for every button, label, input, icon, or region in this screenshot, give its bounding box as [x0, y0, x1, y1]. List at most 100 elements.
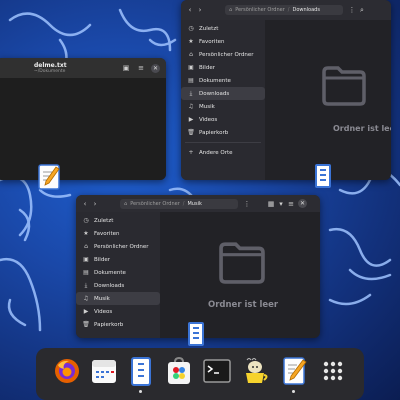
running-indicator [139, 390, 142, 393]
editor-title: delme.txt [34, 62, 67, 69]
sidebar-item-label: Musik [199, 103, 215, 110]
document-icon: ▤ [188, 77, 194, 84]
app-grid-icon [323, 361, 343, 381]
sidebar-item-home[interactable]: ⌂ Persönlicher Ordner [76, 240, 160, 253]
sidebar-item-label: Dokumente [199, 77, 231, 84]
editor-subtitle: ~/Dokumente [34, 69, 66, 74]
text-editor-window[interactable]: delme.txt ~/Dokumente ▣ ≡ ✕ [0, 58, 166, 180]
files-toolbar[interactable]: ‹ › ⌂ Persönlicher Ordner / Musik ⋮ ▦ ▾ … [76, 195, 320, 212]
forward-icon[interactable]: › [195, 6, 205, 14]
files-window-icon [188, 322, 204, 346]
back-icon[interactable]: ‹ [80, 200, 90, 208]
sidebar-item-label: Andere Orte [199, 149, 233, 156]
video-icon: ▶ [188, 116, 194, 123]
forward-icon[interactable]: › [90, 200, 100, 208]
menu-icon[interactable]: ≡ [136, 64, 146, 72]
clock-icon: ◷ [83, 217, 89, 224]
music-icon: ♫ [83, 295, 89, 302]
sidebar-item-trash[interactable]: 🗑 Papierkorb [181, 126, 265, 139]
sidebar-item-clock[interactable]: ◷ Zuletzt [76, 214, 160, 227]
sidebar-item-label: Zuletzt [199, 25, 219, 32]
sidebar-item-image[interactable]: ▣ Bilder [76, 253, 160, 266]
image-icon: ▣ [188, 64, 194, 71]
close-icon[interactable]: ✕ [298, 199, 307, 208]
running-indicator [292, 390, 295, 393]
close-icon[interactable]: ✕ [151, 63, 160, 73]
sidebar-divider [185, 142, 261, 143]
view-grid-icon[interactable]: ▦ [266, 200, 276, 208]
trash-icon: 🗑 [82, 321, 90, 328]
sidebar-item-download[interactable]: ⤓ Downloads [76, 279, 160, 292]
breadcrumb-home[interactable]: Persönlicher Ordner [235, 7, 285, 13]
back-icon[interactable]: ‹ [185, 6, 195, 14]
dock-teacup[interactable] [240, 356, 270, 386]
dock-terminal[interactable] [202, 356, 232, 386]
dock-calendar[interactable] [89, 356, 119, 386]
files-sidebar: ◷ Zuletzt ★ Favoriten ⌂ Persönlicher Ordner ▣ B… [181, 20, 265, 180]
sidebar-item-music[interactable]: ♫ Musik [181, 100, 265, 113]
sidebar-item-label: Bilder [94, 256, 110, 263]
sidebar-item-video[interactable]: ▶ Videos [76, 305, 160, 318]
sidebar-item-home[interactable]: ⌂ Persönlicher Ordner [181, 48, 265, 61]
dock-firefox[interactable] [52, 356, 82, 386]
star-icon: ★ [83, 230, 89, 237]
breadcrumb-current[interactable]: Downloads [292, 7, 319, 13]
video-icon: ▶ [83, 308, 89, 315]
save-icon[interactable]: ▣ [121, 64, 131, 72]
empty-folder-placeholder [321, 64, 367, 106]
sidebar-item-document[interactable]: ▤ Dokumente [76, 266, 160, 279]
breadcrumb[interactable]: ⌂ Persönlicher Ordner / Downloads [225, 5, 343, 15]
editor-text-area[interactable] [0, 78, 166, 180]
sidebar-item-plus[interactable]: + Andere Orte [181, 146, 265, 159]
sidebar-item-label: Persönlicher Ordner [199, 51, 254, 58]
breadcrumb-current[interactable]: Musik [187, 201, 201, 207]
sidebar-item-label: Downloads [94, 282, 125, 289]
text-editor-icon [283, 357, 307, 385]
sidebar-item-document[interactable]: ▤ Dokumente [181, 74, 265, 87]
sidebar-item-label: Downloads [199, 90, 230, 97]
menu-icon[interactable]: ≡ [286, 200, 296, 208]
dock-software[interactable] [164, 356, 194, 386]
sidebar-item-clock[interactable]: ◷ Zuletzt [181, 22, 265, 35]
empty-folder-text: Ordner ist leer [333, 124, 391, 133]
sidebar-item-download[interactable]: ⤓ Downloads [181, 87, 265, 100]
sidebar-item-star[interactable]: ★ Favoriten [181, 35, 265, 48]
sidebar-item-label: Videos [199, 116, 218, 123]
download-icon: ⤓ [189, 89, 193, 97]
star-icon: ★ [188, 38, 194, 45]
dock [36, 348, 364, 400]
view-options-icon[interactable]: ▾ [276, 200, 286, 208]
files-icon [131, 357, 151, 386]
sidebar-item-label: Zuletzt [94, 217, 114, 224]
files-window-music[interactable]: ‹ › ⌂ Persönlicher Ordner / Musik ⋮ ▦ ▾ … [76, 195, 320, 338]
breadcrumb[interactable]: ⌂ Persönlicher Ordner / Musik [120, 198, 238, 209]
home-crumb-icon: ⌂ [229, 7, 233, 13]
sidebar-item-trash[interactable]: 🗑 Papierkorb [76, 318, 160, 331]
options-icon[interactable]: ⋮ [347, 6, 357, 14]
sidebar-item-label: Favoriten [199, 38, 225, 45]
sidebar-item-label: Persönlicher Ordner [94, 243, 149, 250]
dock-files[interactable] [126, 356, 156, 393]
breadcrumb-home[interactable]: Persönlicher Ordner [130, 201, 180, 207]
download-icon: ⤓ [84, 281, 88, 289]
folder-icon [219, 242, 265, 284]
dock-text-editor[interactable] [279, 356, 309, 393]
files-window-downloads[interactable]: ‹ › ⌂ Persönlicher Ordner / Downloads ⋮ … [181, 0, 391, 180]
sidebar-item-music[interactable]: ♫ Musik [76, 292, 160, 305]
options-icon[interactable]: ⋮ [242, 200, 252, 208]
files-toolbar[interactable]: ‹ › ⌂ Persönlicher Ordner / Downloads ⋮ … [181, 0, 391, 20]
sidebar-item-label: Videos [94, 308, 113, 315]
editor-titlebar[interactable]: delme.txt ~/Dokumente ▣ ≡ ✕ [0, 58, 166, 78]
trash-icon: 🗑 [187, 129, 195, 136]
files-window-icon [315, 164, 331, 188]
home-icon: ⌂ [189, 51, 193, 58]
sidebar-item-star[interactable]: ★ Favoriten [76, 227, 160, 240]
music-icon: ♫ [188, 103, 194, 110]
sidebar-item-video[interactable]: ▶ Videos [181, 113, 265, 126]
dock-app-grid[interactable] [318, 356, 348, 386]
document-icon: ▤ [83, 269, 89, 276]
sidebar-item-label: Favoriten [94, 230, 120, 237]
sidebar-item-image[interactable]: ▣ Bilder [181, 61, 265, 74]
empty-folder-text: Ordner ist leer [208, 300, 279, 310]
search-icon[interactable]: ⌕ [357, 6, 367, 15]
